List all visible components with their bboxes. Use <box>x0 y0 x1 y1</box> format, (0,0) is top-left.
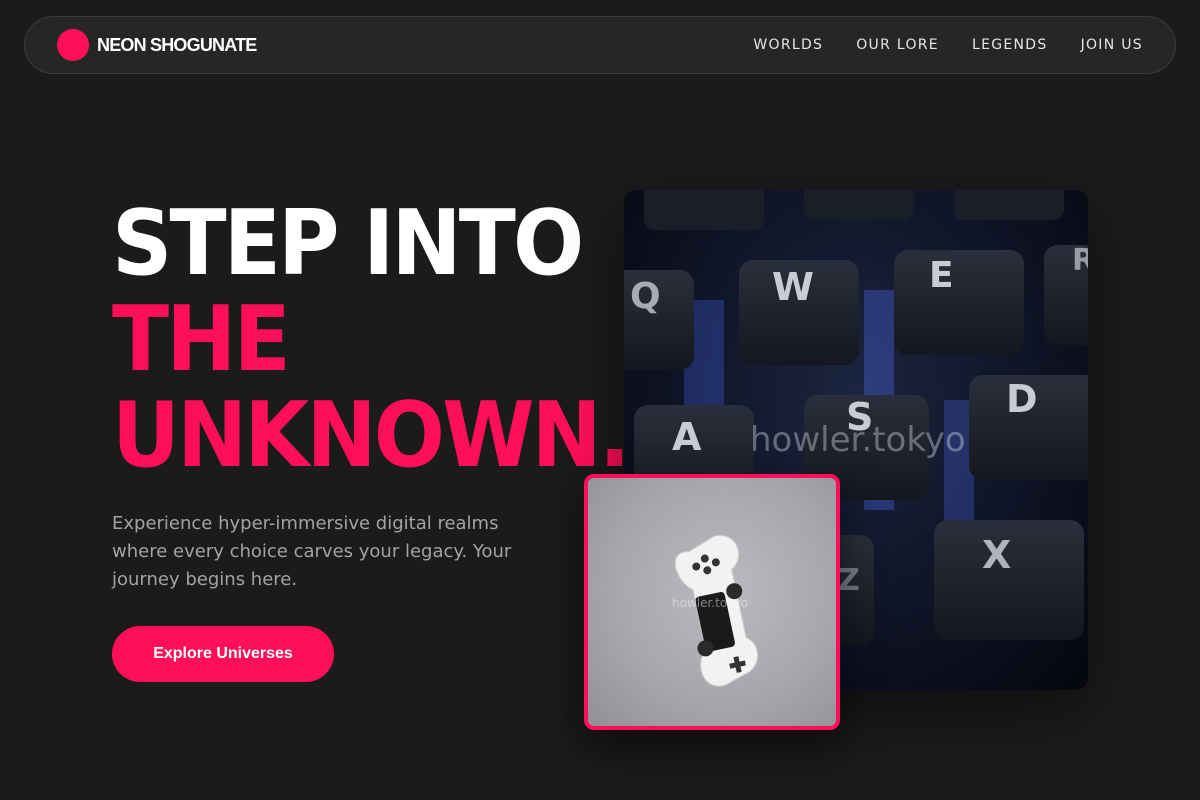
top-navbar: NEON SHOGUNATE WORLDS OUR LORE LEGENDS J… <box>24 16 1176 74</box>
nav-link-join-us[interactable]: JOIN US <box>1081 37 1143 53</box>
brand-name: NEON SHOGUNATE <box>97 34 257 55</box>
hero-description: Experience hyper-immersive digital realm… <box>112 513 512 590</box>
explore-universes-button[interactable]: Explore Universes <box>112 626 334 682</box>
key-legend-d: D <box>1006 377 1038 421</box>
nav-link-our-lore[interactable]: OUR LORE <box>856 37 939 53</box>
key-legend-x: X <box>982 533 1011 577</box>
key-legend-z: Z <box>838 563 860 598</box>
key-legend-r: R <box>1072 243 1088 278</box>
controller-image-watermark: howler.tokyo <box>672 596 749 610</box>
brand-logo-link[interactable]: NEON SHOGUNATE <box>57 29 257 61</box>
controller-image: howler.tokyo <box>584 474 840 730</box>
key-legend-q: Q <box>630 276 661 317</box>
hero-title-line-1: STEP INTO <box>112 191 584 296</box>
nav-links: WORLDS OUR LORE LEGENDS JOIN US <box>753 37 1143 53</box>
key-legend-e: E <box>929 255 954 296</box>
hero-title-line-3: UNKNOWN. <box>112 383 631 488</box>
hero-title-line-2: THE <box>112 287 291 392</box>
key-legend-w: W <box>772 265 814 309</box>
key-legend-a: A <box>672 415 702 459</box>
hero-title: STEP INTO THE UNKNOWN. <box>112 191 631 488</box>
nav-link-worlds[interactable]: WORLDS <box>753 37 823 53</box>
nav-link-legends[interactable]: LEGENDS <box>972 37 1048 53</box>
keyboard-image-watermark: howler.tokyo <box>750 420 966 460</box>
brand-dot-icon <box>57 29 89 61</box>
